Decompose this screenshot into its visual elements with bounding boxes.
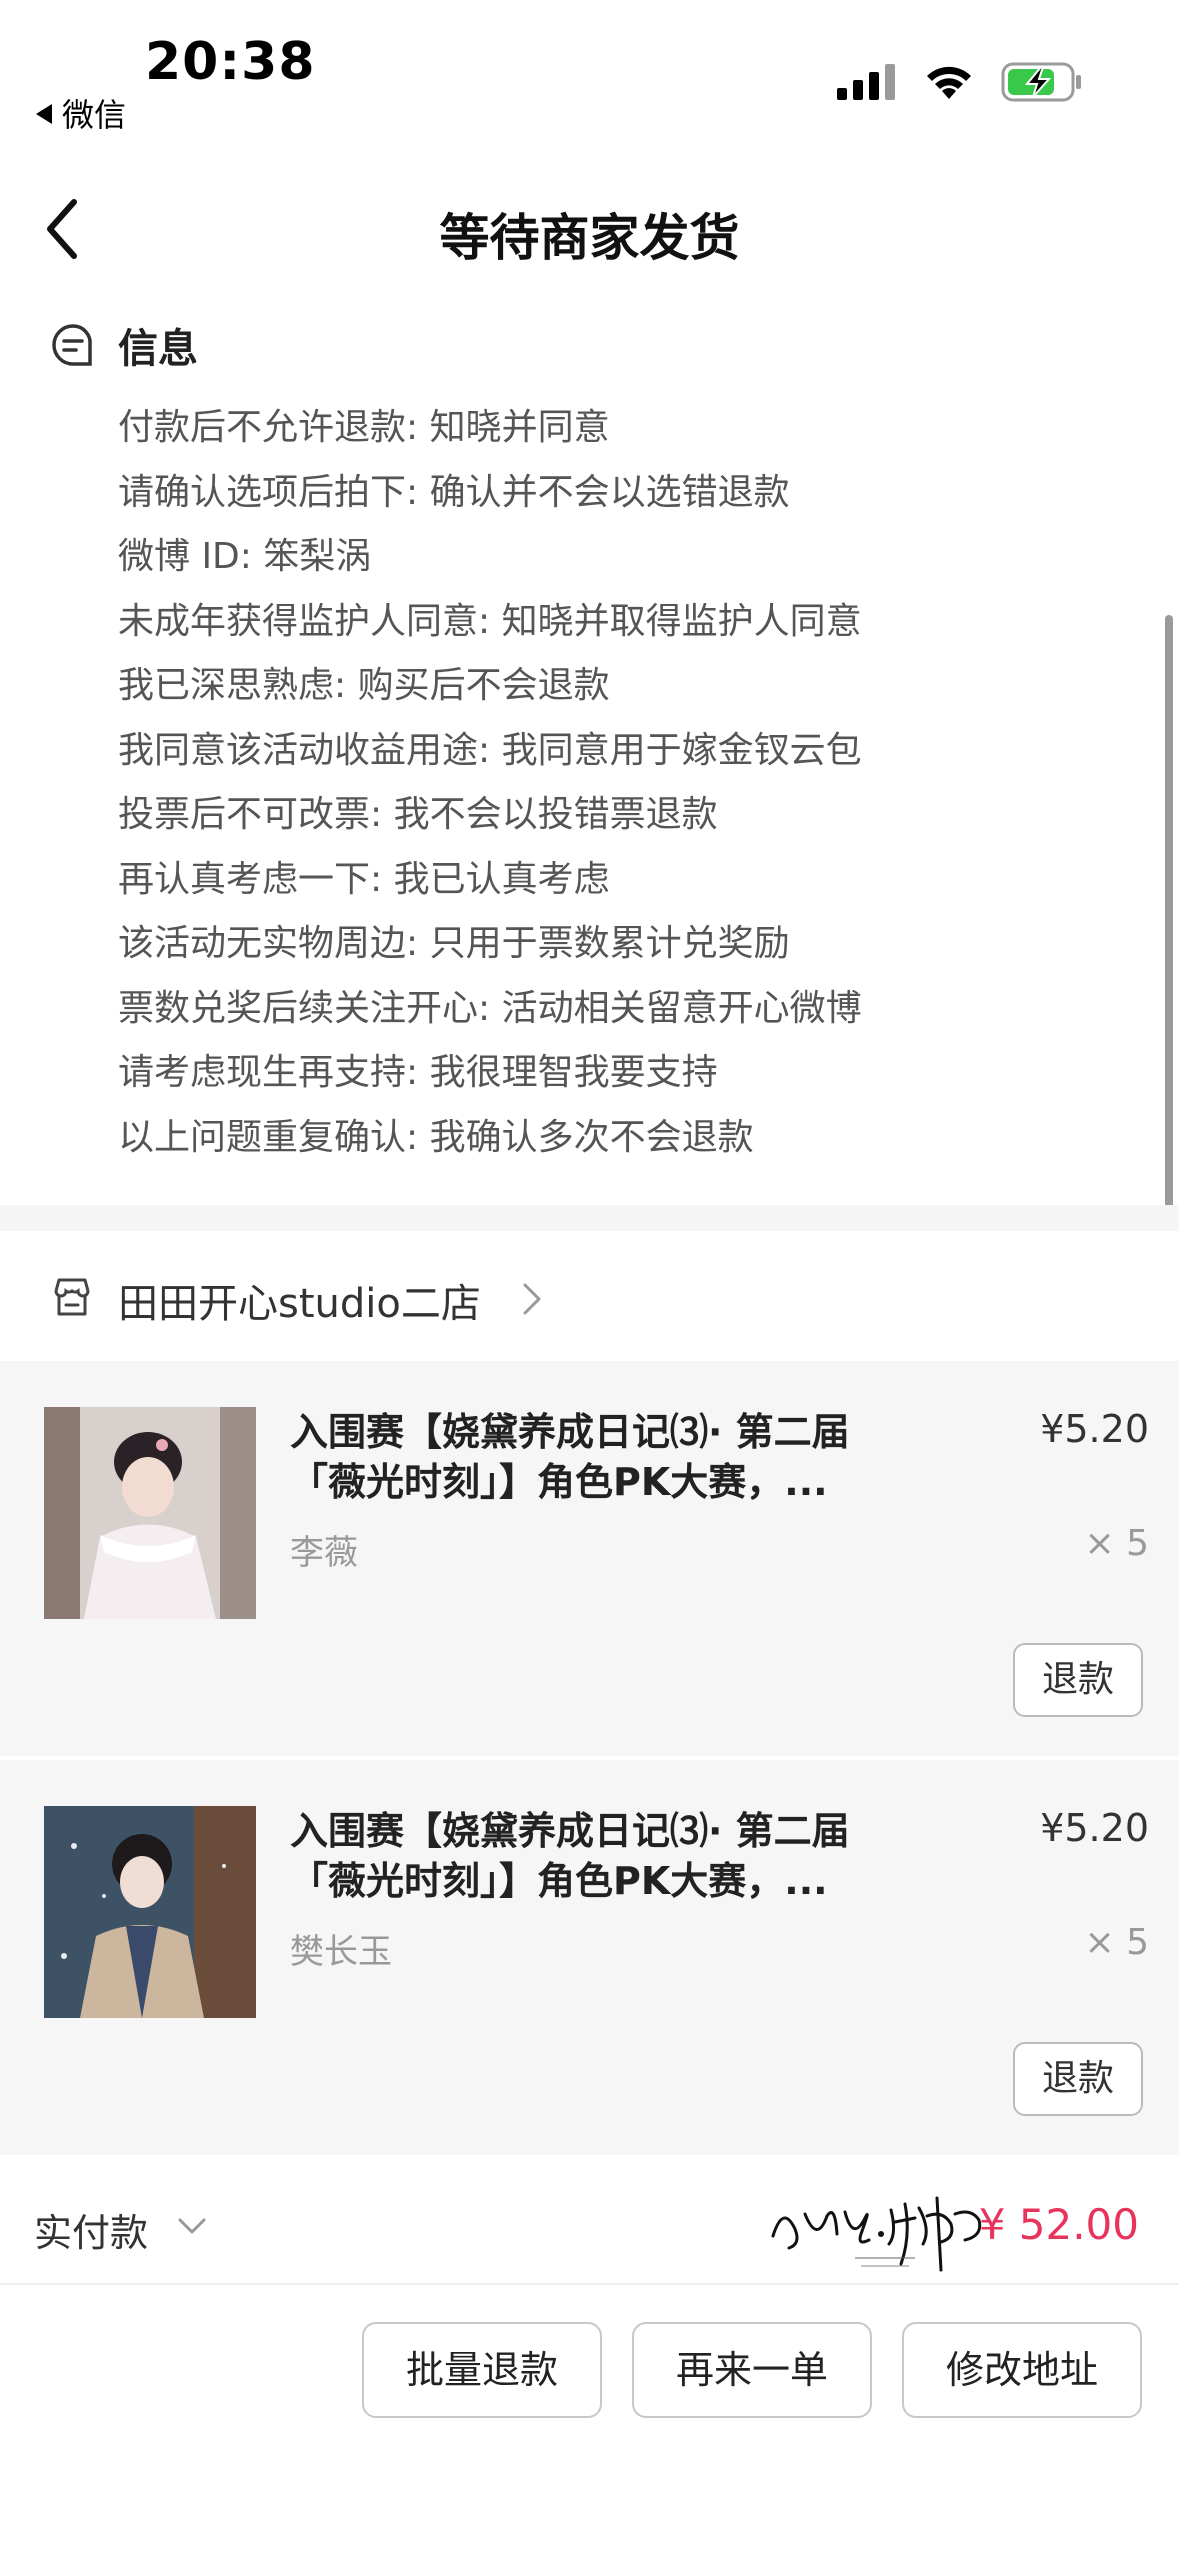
message-note-icon	[52, 324, 92, 366]
status-time: 20:38	[145, 32, 316, 92]
back-triangle-icon	[36, 104, 52, 124]
info-header: 信息	[50, 316, 198, 374]
batch-refund-button[interactable]: 批量退款	[362, 2322, 602, 2418]
wifi-icon	[927, 66, 971, 99]
chevron-right-icon	[523, 1283, 541, 1315]
product-name: 入围赛【娆黛养成日记⑶· 第二届「薇光时刻」】角色PK大赛，...	[290, 1410, 850, 1504]
product-quantity: × 5	[1084, 1922, 1149, 1963]
info-lines: 付款后不允许退款: 知晓并同意 请确认选项后拍下: 确认并不会以选错退款 微博 …	[118, 396, 862, 1170]
store-name: 田田开心studio二店	[118, 1281, 481, 1327]
signature-watermark	[771, 2196, 982, 2272]
info-line: 该活动无实物周边: 只用于票数累计兑奖励	[118, 923, 790, 964]
product-name: 入围赛【娆黛养成日记⑶· 第二届「薇光时刻」】角色PK大赛，...	[290, 1809, 850, 1903]
product-thumbnail[interactable]	[44, 1806, 256, 2018]
store-row[interactable]: 田田开心studio二店	[0, 1231, 1179, 1361]
product-item[interactable]: 入围赛【娆黛养成日记⑶· 第二届「薇光时刻」】角色PK大赛，... 李薇 ¥5.…	[0, 1361, 1179, 1756]
order-actions: 批量退款 再来一单 修改地址	[0, 2322, 1179, 2422]
chevron-down-icon[interactable]	[176, 2216, 208, 2238]
product-thumbnail[interactable]	[44, 1407, 256, 1619]
info-line: 票数兑奖后续关注开心: 活动相关留意开心微博	[118, 987, 862, 1029]
info-line: 请确认选项后拍下: 确认并不会以选错退款	[118, 471, 790, 513]
product-quantity: × 5	[1084, 1523, 1149, 1564]
reorder-button[interactable]: 再来一单	[632, 2322, 872, 2418]
refund-button[interactable]: 退款	[1013, 2042, 1143, 2116]
product-variant: 樊长玉	[290, 1932, 392, 1972]
section-divider	[0, 1205, 1179, 1231]
info-line: 请考虑现生再支持: 我很理智我要支持	[118, 1052, 718, 1093]
info-title: 信息	[118, 326, 198, 372]
info-line: 我已深思熟虑: 购买后不会退款	[118, 665, 610, 706]
product-price: ¥5.20	[1040, 1407, 1149, 1451]
total-label[interactable]: 实付款	[34, 2202, 148, 2257]
store-icon	[54, 1278, 90, 1316]
total-row: 实付款 ¥ 52.00	[0, 2160, 1179, 2285]
info-line: 未成年获得监护人同意: 知晓并取得监护人同意	[118, 600, 862, 642]
info-line: 付款后不允许退款: 知晓并同意	[118, 407, 610, 448]
product-price: ¥5.20	[1040, 1806, 1149, 1850]
info-line: 我同意该活动收益用途: 我同意用于嫁金钗云包	[118, 729, 862, 771]
info-section: 信息 付款后不允许退款: 知晓并同意 请确认选项后拍下: 确认并不会以选错退款 …	[0, 300, 1179, 1205]
info-line: 再认真考虑一下: 我已认真考虑	[118, 858, 610, 900]
total-amount: ¥ 52.00	[978, 2200, 1139, 2249]
nav-bar: 等待商家发货	[0, 170, 1179, 290]
product-variant: 李薇	[290, 1533, 358, 1573]
info-line: 投票后不可改票: 我不会以投错票退款	[118, 794, 718, 835]
page-title: 等待商家发货	[439, 209, 740, 267]
battery-charging-icon	[1001, 62, 1081, 102]
signal-icon	[837, 64, 895, 100]
refund-button[interactable]: 退款	[1013, 1643, 1143, 1717]
scrollbar[interactable]	[1165, 615, 1173, 1210]
info-line: 以上问题重复确认: 我确认多次不会退款	[118, 1116, 754, 1158]
system-icons	[837, 62, 1083, 102]
product-item[interactable]: 入围赛【娆黛养成日记⑶· 第二届「薇光时刻」】角色PK大赛，... 樊长玉 ¥5…	[0, 1760, 1179, 2155]
back-app-label: 微信	[62, 96, 127, 134]
status-bar: 20:38 微信	[0, 0, 1179, 140]
info-line: 微博 ID: 笨梨涡	[118, 536, 372, 577]
change-address-button[interactable]: 修改地址	[902, 2322, 1142, 2418]
back-to-app-link[interactable]: 微信	[36, 90, 126, 136]
